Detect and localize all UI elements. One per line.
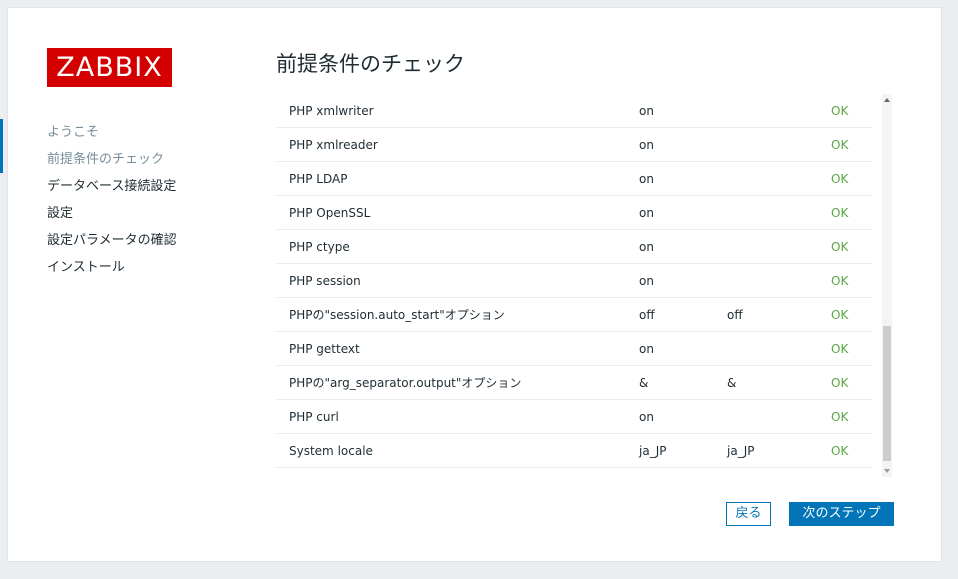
table-row: PHP curl on OK	[276, 399, 872, 434]
step-summary: 設定パラメータの確認	[47, 233, 177, 248]
check-current-value: &	[639, 365, 727, 400]
check-required-value	[727, 94, 827, 128]
check-required-value	[727, 195, 827, 230]
check-current-value: on	[639, 331, 727, 366]
check-name: PHP OpenSSL	[276, 195, 639, 230]
check-current-value: ja_JP	[639, 433, 727, 468]
table-row: PHP session on OK	[276, 263, 872, 298]
table-row: PHP ctype on OK	[276, 229, 872, 264]
check-current-value: on	[639, 263, 727, 298]
check-name: PHP session	[276, 263, 639, 298]
check-name: PHP gettext	[276, 331, 639, 366]
check-required-value	[727, 161, 827, 196]
table-row: PHP LDAP on OK	[276, 161, 872, 196]
scroll-up-icon[interactable]	[884, 98, 890, 102]
prerequisites-table-container: PHP xmlwriter on OK PHP xmlreader on OK …	[276, 94, 888, 477]
check-current-value: on	[639, 161, 727, 196]
setup-steps-nav: ようこそ 前提条件のチェック データベース接続設定 設定 設定パラメータの確認 …	[0, 119, 177, 281]
step-settings: 設定	[47, 206, 74, 221]
check-current-value: off	[639, 297, 727, 332]
table-row: System locale ja_JP ja_JP OK	[276, 433, 872, 468]
check-name: PHP ctype	[276, 229, 639, 264]
check-required-value	[727, 263, 827, 298]
check-name: PHPの"session.auto_start"オプション	[276, 297, 639, 332]
check-result: OK	[827, 127, 872, 162]
scroll-down-icon[interactable]	[884, 469, 890, 473]
table-row: PHPの"session.auto_start"オプション off off OK	[276, 297, 872, 332]
step-welcome: ようこそ	[47, 125, 100, 140]
table-scrollbar[interactable]	[882, 94, 892, 477]
back-button[interactable]: 戻る	[726, 502, 771, 526]
check-name: PHP curl	[276, 399, 639, 434]
check-result: OK	[827, 263, 872, 298]
zabbix-logo: ZABBIX	[47, 48, 172, 87]
table-row: PHP gettext on OK	[276, 331, 872, 366]
table-row: PHP xmlwriter on OK	[276, 94, 872, 128]
check-required-value: off	[727, 297, 827, 332]
check-result: OK	[827, 297, 872, 332]
table-row: PHPの"arg_separator.output"オプション & & OK	[276, 365, 872, 400]
check-current-value: on	[639, 94, 727, 128]
prerequisites-table: PHP xmlwriter on OK PHP xmlreader on OK …	[276, 94, 872, 468]
check-name: PHP xmlwriter	[276, 94, 639, 128]
check-required-value	[727, 127, 827, 162]
check-required-value: ja_JP	[727, 433, 827, 468]
check-current-value: on	[639, 195, 727, 230]
check-required-value	[727, 229, 827, 264]
check-result: OK	[827, 94, 872, 128]
step-db-connection: データベース接続設定	[47, 179, 177, 194]
step-install: インストール	[47, 260, 125, 275]
check-name: PHPの"arg_separator.output"オプション	[276, 365, 639, 400]
check-required-value: &	[727, 365, 827, 400]
check-result: OK	[827, 365, 872, 400]
logo-text: ZABBIX	[56, 52, 163, 83]
check-result: OK	[827, 433, 872, 468]
check-current-value: on	[639, 229, 727, 264]
check-name: PHP LDAP	[276, 161, 639, 196]
next-step-button[interactable]: 次のステップ	[789, 502, 894, 526]
check-current-value: on	[639, 399, 727, 434]
scrollbar-thumb[interactable]	[883, 326, 891, 461]
check-result: OK	[827, 331, 872, 366]
check-name: PHP xmlreader	[276, 127, 639, 162]
check-current-value: on	[639, 127, 727, 162]
check-result: OK	[827, 229, 872, 264]
check-name: System locale	[276, 433, 639, 468]
page-title: 前提条件のチェック	[276, 52, 465, 76]
check-required-value	[727, 331, 827, 366]
table-row: PHP xmlreader on OK	[276, 127, 872, 162]
check-result: OK	[827, 161, 872, 196]
table-row: PHP OpenSSL on OK	[276, 195, 872, 230]
check-result: OK	[827, 195, 872, 230]
check-result: OK	[827, 399, 872, 434]
check-required-value	[727, 399, 827, 434]
step-prerequisites: 前提条件のチェック	[47, 152, 165, 167]
